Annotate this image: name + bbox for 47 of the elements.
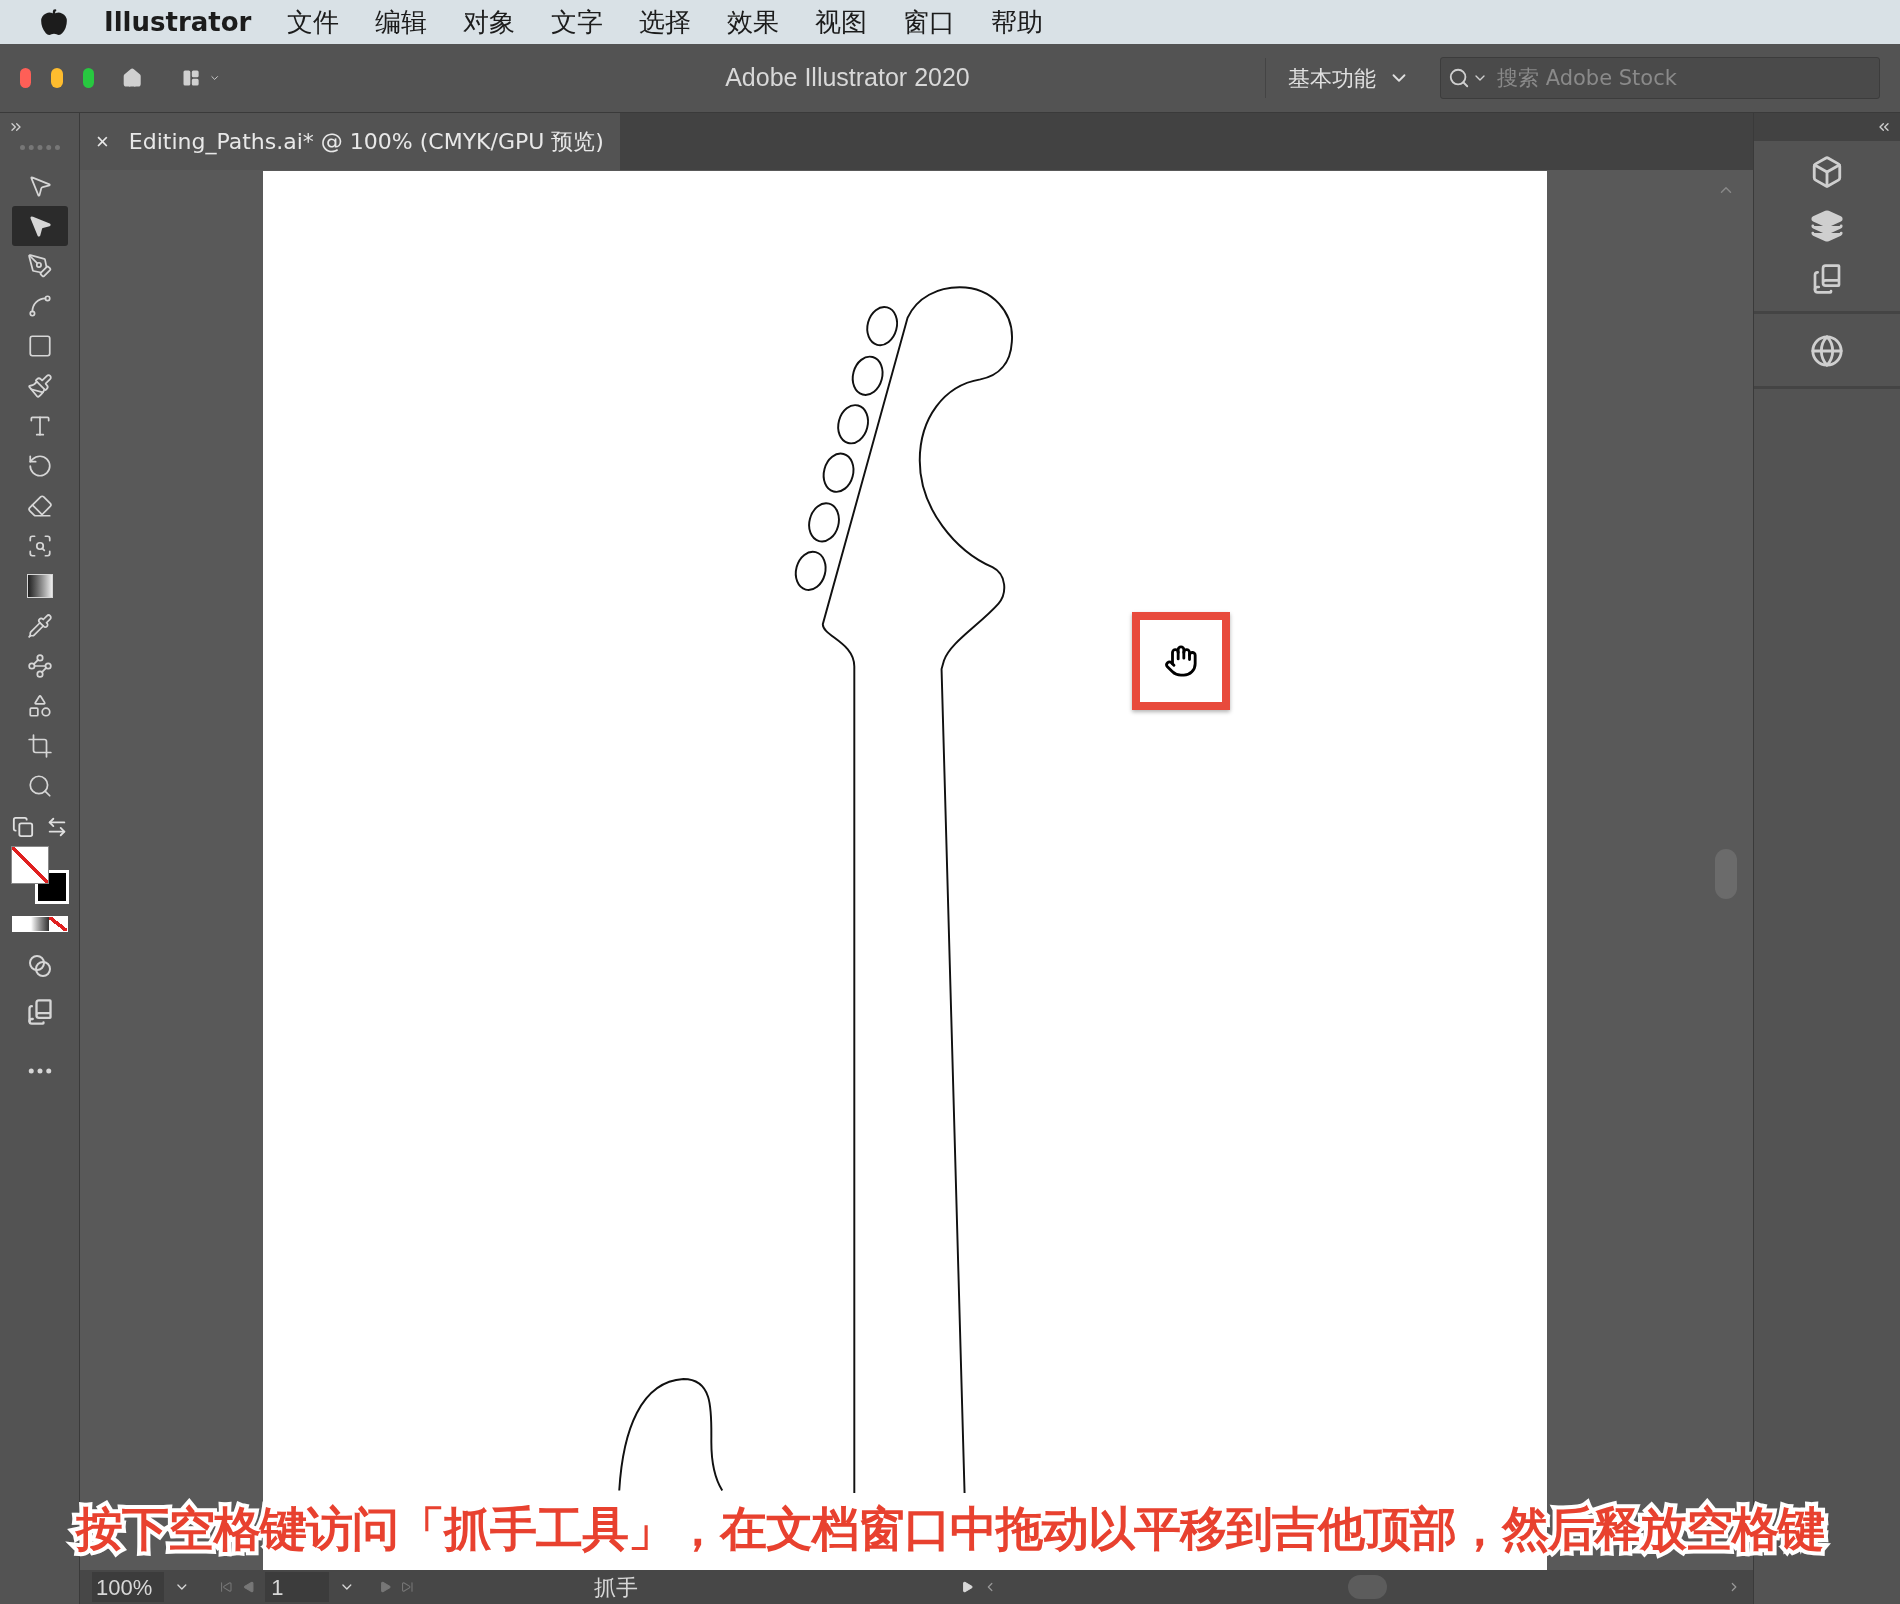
menu-item[interactable]: 选择 [639, 2, 692, 42]
gradient-icon [26, 574, 53, 598]
tab-title: Editing_Paths.ai* @ 100% (CMYK/GPU 预览) [128, 128, 604, 157]
menu-item[interactable]: 文件 [287, 2, 340, 42]
eyedropper-icon [26, 613, 53, 639]
current-tool-label: 抓手 [593, 1573, 639, 1602]
eraser-icon [26, 493, 53, 519]
apple-logo-icon[interactable] [40, 8, 68, 36]
zoom-field[interactable]: 100% [92, 1572, 165, 1602]
menu-item[interactable]: 视图 [815, 2, 868, 42]
workspace-dropdown[interactable]: 基本功能 [1288, 61, 1410, 95]
maximize-window-button[interactable] [82, 68, 95, 88]
curvature-pen-icon [26, 293, 53, 319]
menu-item[interactable]: 对象 [463, 2, 516, 42]
draw-mode-icon[interactable] [27, 954, 52, 978]
menu-item[interactable]: 帮助 [991, 2, 1044, 42]
paintbrush-icon [26, 373, 53, 399]
color-mode-icon[interactable] [11, 916, 68, 932]
minimize-window-button[interactable] [51, 68, 63, 88]
artboard-field[interactable]: 1 [265, 1572, 330, 1602]
rectangle-icon [26, 333, 53, 359]
close-window-button[interactable] [20, 68, 32, 88]
pen-icon [26, 253, 53, 279]
menu-item[interactable]: 窗口 [903, 2, 956, 42]
pages-icon[interactable] [1811, 263, 1843, 295]
rotate-icon [26, 453, 53, 479]
play-icon[interactable] [960, 1579, 974, 1595]
shapes-icon [26, 693, 53, 719]
tab-close-button[interactable]: × [96, 125, 109, 158]
search-field[interactable]: 搜索 Adobe Stock [1440, 57, 1880, 99]
menu-item[interactable]: 文字 [551, 2, 604, 42]
hand-cursor-icon [1164, 644, 1198, 678]
app-menu[interactable]: Illustrator [104, 2, 252, 42]
artboard-icon [26, 733, 53, 759]
layers-icon[interactable] [1810, 209, 1844, 243]
screen-mode-icon[interactable] [25, 998, 54, 1026]
puppet-warp-icon [26, 653, 53, 679]
3d-box-icon[interactable] [1810, 155, 1844, 189]
menu-item[interactable]: 效果 [727, 2, 780, 42]
tool-button[interactable] [11, 206, 68, 246]
zoom-icon [26, 773, 53, 799]
default-colors-icon[interactable] [11, 816, 34, 838]
search-icon [1448, 67, 1470, 89]
window-title: Adobe Illustrator 2020 [724, 62, 971, 94]
menu-item[interactable]: 编辑 [375, 2, 428, 42]
fill-stroke-swatch[interactable] [10, 846, 69, 904]
document-tab[interactable]: × Editing_Paths.ai* @ 100% (CMYK/GPU 预览) [80, 113, 620, 170]
